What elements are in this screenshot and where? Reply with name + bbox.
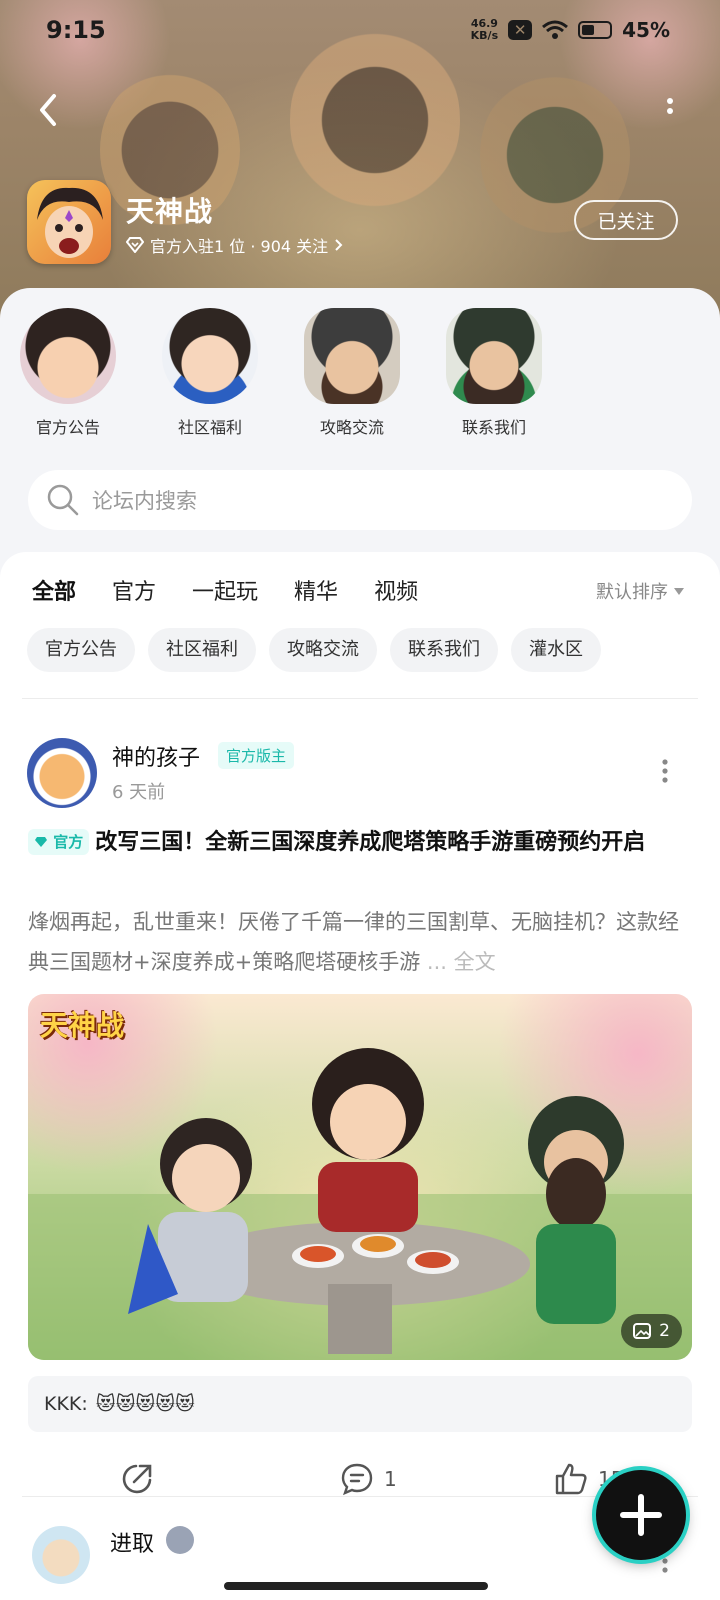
tab-official[interactable]: 官方: [112, 574, 156, 606]
official-badge: 官方: [28, 829, 90, 855]
status-time: 9:15: [46, 16, 106, 44]
search-input[interactable]: 论坛内搜索: [92, 485, 197, 515]
no-sim-icon: ✕: [508, 20, 533, 40]
sort-label: 默认排序: [596, 582, 668, 603]
share-icon: [122, 1464, 152, 1494]
post-excerpt[interactable]: 烽烟再起，乱世重来！厌倦了千篇一律的三国割草、无脑挂机？这款经典三国题材+深度养…: [28, 902, 688, 982]
chip-official-announcement[interactable]: 官方公告: [27, 628, 135, 672]
forum-main: 官方公告 社区福利 攻略交流 联系我们 论坛内搜索 全部 官方 一起玩 精华 视…: [0, 288, 720, 1600]
category-avatar: [162, 308, 258, 404]
category-community-benefits[interactable]: 社区福利: [155, 308, 265, 438]
network-speed: 46.9 KB/s: [470, 17, 499, 42]
divider: [22, 698, 698, 699]
category-label: 攻略交流: [319, 418, 384, 437]
forum-header: 9:15 46.9 KB/s ✕ 45% 天神战 官方入驻1 位 · 904 关…: [0, 0, 720, 320]
tab-video[interactable]: 视频: [374, 574, 418, 606]
forum-meta[interactable]: 官方入驻1 位 · 904 关注: [126, 233, 344, 257]
post-image-art: [28, 1048, 692, 1360]
home-indicator[interactable]: [224, 1582, 488, 1590]
chip-strategy-exchange[interactable]: 攻略交流: [269, 628, 377, 672]
battery-level: 45%: [622, 18, 670, 42]
status-bar: 9:15 46.9 KB/s ✕ 45%: [0, 0, 720, 64]
thumbs-up-icon: [555, 1463, 587, 1495]
forum-search-bar[interactable]: 论坛内搜索: [28, 470, 692, 530]
create-post-button[interactable]: [596, 1470, 686, 1560]
post-time: 6 天前: [112, 782, 166, 803]
feed-tabs: 全部 官方 一起玩 精华 视频: [32, 574, 418, 608]
chip-contact-us[interactable]: 联系我们: [390, 628, 498, 672]
tab-all[interactable]: 全部: [32, 574, 76, 608]
read-more-link[interactable]: ... 全文: [427, 950, 496, 974]
category-official-announcement[interactable]: 官方公告: [13, 308, 123, 438]
image-count-badge: 2: [621, 1314, 682, 1348]
post-image[interactable]: 天神战 2: [28, 994, 692, 1360]
category-contact-us[interactable]: 联系我们: [439, 308, 549, 438]
battery-icon: [578, 21, 613, 39]
plus-icon: [620, 1494, 662, 1536]
chevron-right-icon: [335, 239, 343, 251]
diamond-icon: [35, 837, 47, 847]
subforum-chips: 官方公告 社区福利 攻略交流 联系我们 灌水区: [27, 628, 601, 672]
comment-count: 1: [384, 1467, 397, 1491]
game-logo[interactable]: [27, 180, 111, 264]
sort-dropdown[interactable]: 默认排序: [596, 578, 684, 604]
share-button[interactable]: [120, 1462, 154, 1496]
post-more-icon[interactable]: [660, 758, 670, 784]
level-badge: [166, 1526, 194, 1554]
caret-down-icon: [674, 587, 684, 595]
tab-play-together[interactable]: 一起玩: [192, 574, 258, 606]
category-avatar: [20, 308, 116, 404]
comment-icon: [341, 1463, 373, 1496]
category-avatar: [304, 308, 400, 404]
category-strategy-exchange[interactable]: 攻略交流: [297, 308, 407, 438]
category-label: 联系我们: [461, 418, 526, 437]
category-avatar: [446, 308, 542, 404]
comment-button[interactable]: 1: [340, 1462, 397, 1496]
moderator-badge: 官方版主: [218, 742, 295, 769]
comment-text: 😻😻😻😻😻: [95, 1393, 195, 1415]
author-avatar[interactable]: [32, 1526, 90, 1584]
post-title[interactable]: 官方 改写三国！全新三国深度养成爬塔策略手游重磅预约开启: [28, 824, 688, 862]
post-title-text: 改写三国！全新三国深度养成爬塔策略手游重磅预约开启: [95, 830, 646, 855]
diamond-icon: [126, 237, 144, 253]
comment-preview[interactable]: KKK: 😻😻😻😻😻: [28, 1376, 692, 1432]
category-row: 官方公告 社区福利 攻略交流 联系我们: [0, 308, 720, 438]
category-label: 社区福利: [177, 418, 242, 437]
game-title: 天神战: [126, 195, 214, 228]
image-icon: [633, 1323, 652, 1339]
tab-featured[interactable]: 精华: [294, 574, 338, 606]
author-name[interactable]: 神的孩子: [112, 740, 200, 772]
post-excerpt-text: 烽烟再起，乱世重来！厌倦了千篇一律的三国割草、无脑挂机？这款经典三国题材+深度养…: [28, 910, 679, 974]
post-feed: 全部 官方 一起玩 精华 视频 默认排序 官方公告 社区福利 攻略交流 联系我们…: [0, 552, 720, 1600]
author-avatar[interactable]: [27, 738, 97, 808]
back-arrow-icon[interactable]: [32, 90, 68, 130]
image-watermark-title: 天神战: [40, 1009, 125, 1042]
game-logo-art: [37, 187, 103, 258]
chip-chat-area[interactable]: 灌水区: [511, 628, 601, 672]
forum-meta-text: 官方入驻1 位 · 904 关注: [150, 237, 329, 256]
follow-button[interactable]: 已关注: [574, 200, 678, 240]
search-icon: [47, 484, 79, 516]
more-options-icon[interactable]: [660, 96, 680, 126]
author-name[interactable]: 进取: [110, 1526, 154, 1558]
wifi-icon: [542, 20, 569, 39]
chip-community-benefits[interactable]: 社区福利: [148, 628, 256, 672]
category-label: 官方公告: [35, 418, 100, 437]
comment-user: KKK:: [44, 1393, 88, 1415]
